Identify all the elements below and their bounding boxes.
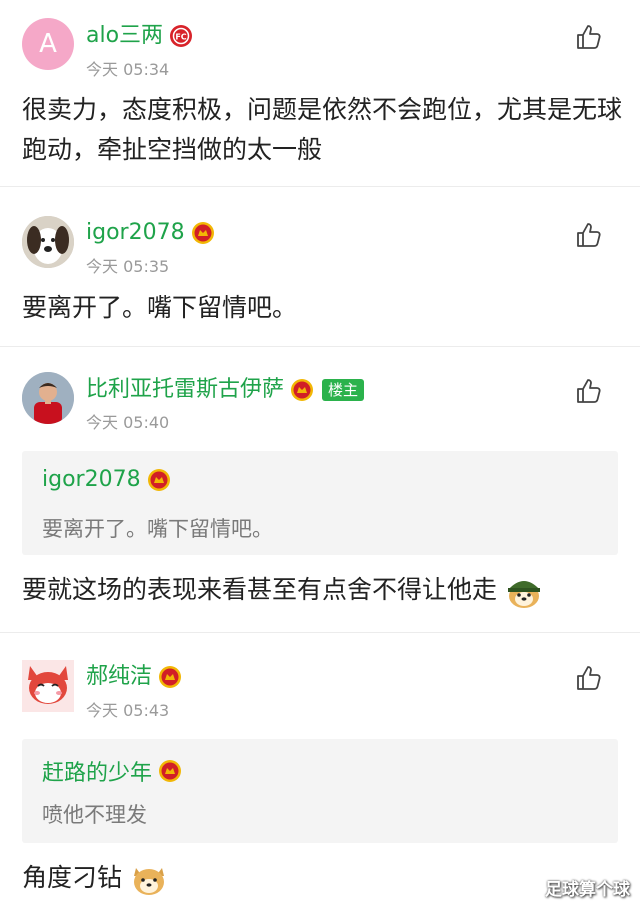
quoted-reply[interactable]: igor2078 要离开了。嘴下留情吧。 [22,451,618,555]
comment-time: 今天 05:40 [86,413,170,432]
cartoon-fox-avatar-icon [22,660,74,712]
thumbs-up-icon[interactable] [574,663,604,693]
divider [0,632,640,633]
username[interactable]: alo三两 [86,19,163,53]
soldier-doge-emoji-icon [507,581,540,608]
comment-text-row: 要就这场的表现来看甚至有点舍不得让他走 [22,570,622,610]
player-avatar-icon [22,372,74,424]
comment-text: 要就这场的表现来看甚至有点舍不得让他走 [22,575,498,604]
watermark: 足球算个球 [545,880,630,900]
man-utd-badge-icon [291,379,314,401]
comment-text-row: 角度刁钻 [22,858,622,898]
fc-club-badge-icon: FC [170,25,193,47]
thumbs-up-icon[interactable] [574,220,604,250]
man-utd-badge-icon [159,666,182,688]
avatar[interactable] [22,216,74,268]
avatar[interactable] [22,660,74,712]
username[interactable]: 比利亚托雷斯古伊萨 [86,373,284,407]
avatar-letter: A [39,29,57,59]
svg-text:FC: FC [175,33,186,42]
comment-text: 要离开了。嘴下留情吧。 [22,293,298,322]
comment-text: 很卖力，态度积极，问题是依然不会跑位，尤其是无球跑动，牵扯空挡做的太一般 [22,95,623,164]
divider [0,346,640,347]
man-utd-badge-icon [159,760,182,782]
quoted-username[interactable]: 赶路的少年 [42,755,152,787]
op-tag: 楼主 [322,379,365,401]
comment-text: 角度刁钻 [22,863,123,892]
comment-time: 今天 05:34 [86,60,170,79]
man-utd-badge-icon [147,468,170,491]
quoted-text: 喷他不理发 [42,803,147,827]
thumbs-up-icon[interactable] [574,376,604,406]
quoted-reply[interactable]: 赶路的少年 喷他不理发 [22,739,618,843]
comment-time: 今天 05:43 [86,701,170,720]
username[interactable]: 郝纯洁 [86,660,152,694]
avatar[interactable]: A [22,18,74,70]
comment-time: 今天 05:35 [86,257,170,276]
divider [0,186,640,187]
man-utd-badge-icon [191,222,214,244]
doge-emoji-icon [133,868,164,895]
quoted-text: 要离开了。嘴下留情吧。 [42,517,273,541]
username[interactable]: igor2078 [86,216,185,250]
thumbs-up-icon[interactable] [574,22,604,52]
dog-avatar-icon [22,216,74,268]
avatar[interactable] [22,372,74,424]
quoted-username[interactable]: igor2078 [42,467,141,492]
